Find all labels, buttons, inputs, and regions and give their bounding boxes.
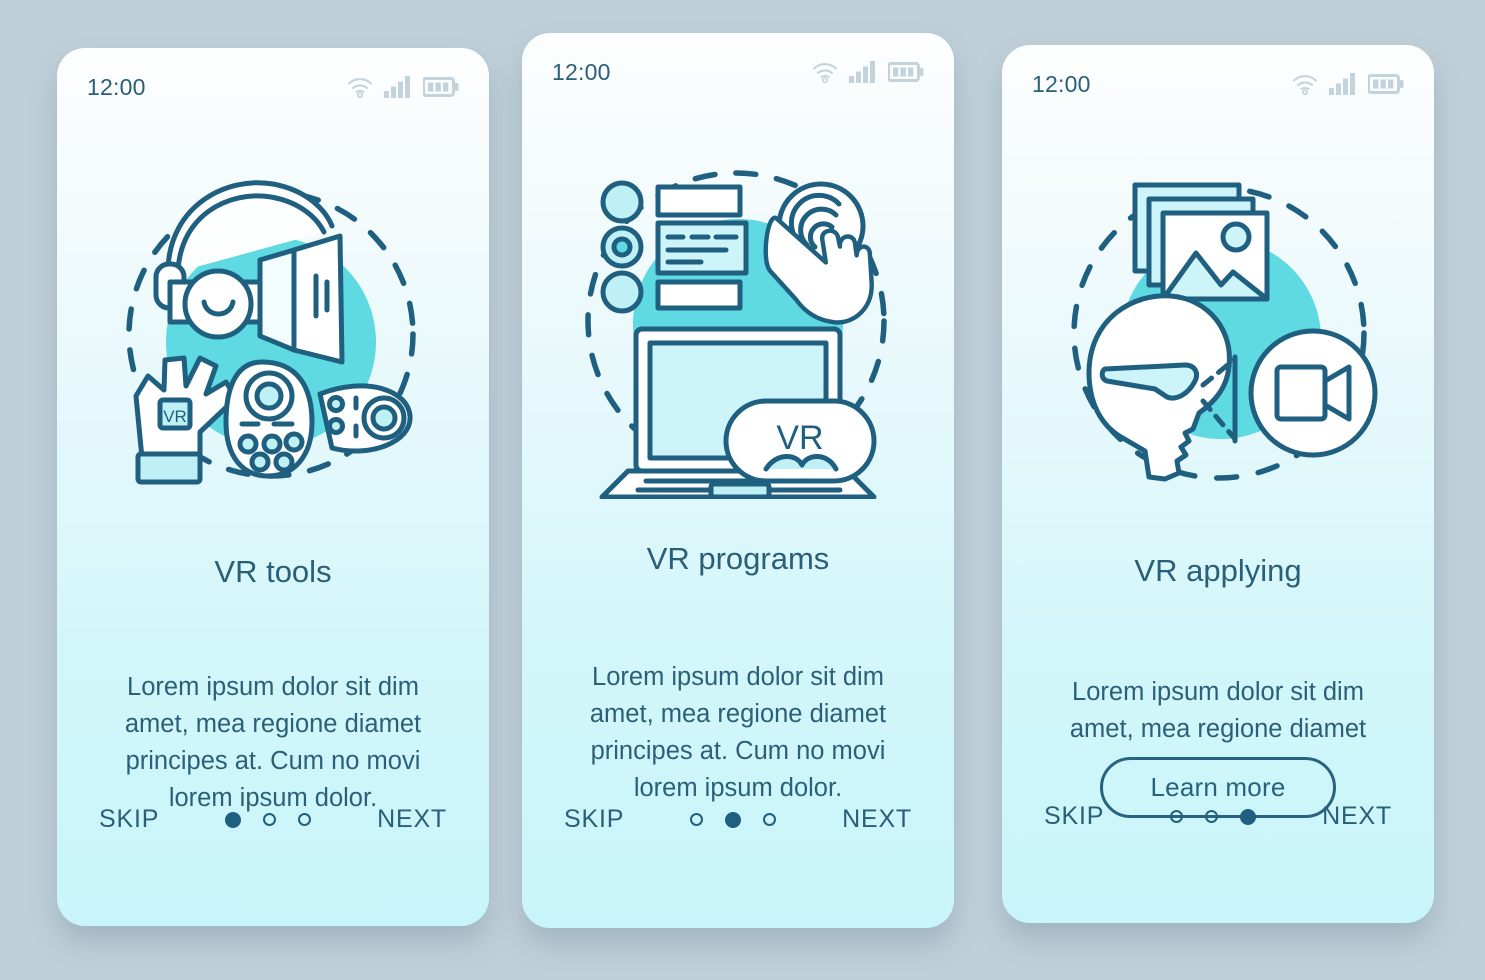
page-description: Lorem ipsum dolor sit dim amet, mea regi…	[589, 662, 887, 802]
next-button[interactable]: NEXT	[371, 801, 453, 838]
pagination-dots	[225, 811, 312, 828]
next-button[interactable]: NEXT	[836, 801, 918, 838]
svg-text:VR: VR	[776, 419, 823, 457]
svg-text:VR: VR	[163, 407, 187, 426]
wifi-icon	[813, 63, 837, 83]
onboarding-footer: SKIP NEXT	[558, 801, 918, 838]
status-bar: 12:00	[522, 33, 954, 111]
skip-button[interactable]: SKIP	[93, 801, 165, 838]
status-clock: 12:00	[552, 58, 611, 85]
page-description: Lorem ipsum dolor sit dim amet, mea regi…	[1069, 677, 1367, 743]
status-icons	[347, 76, 459, 98]
pagination-dot-3[interactable]	[1240, 808, 1257, 825]
onboarding-screen-vr-applying: 12:00 VR applying Lorem ipsum dolor sit …	[1002, 45, 1434, 923]
page-title: VR programs	[646, 541, 830, 576]
page-title: VR tools	[214, 554, 332, 589]
wifi-icon	[348, 78, 372, 98]
onboarding-screen-vr-programs: 12:00 VR VR programs Lorem ipsum dolor s…	[522, 33, 954, 928]
pagination-dot-1[interactable]	[1170, 810, 1184, 823]
page-description: Lorem ipsum dolor sit dim amet, mea regi…	[124, 672, 422, 812]
battery-icon	[888, 62, 924, 82]
pagination-dot-3[interactable]	[763, 813, 777, 826]
status-clock: 12:00	[1032, 70, 1091, 97]
status-icons	[1292, 73, 1404, 95]
pagination-dot-2[interactable]	[725, 811, 742, 828]
pagination-dot-2[interactable]	[1205, 810, 1219, 823]
page-title: VR applying	[1134, 553, 1302, 588]
pagination-dots	[690, 811, 777, 828]
onboarding-screens-stage: 12:00 VR VR tools Lorem ipsum dolor sit …	[0, 0, 1485, 980]
illustration-vr-applying	[1002, 141, 1434, 531]
wifi-icon	[1293, 75, 1317, 95]
skip-button[interactable]: SKIP	[558, 801, 630, 838]
signal-icon	[1329, 73, 1355, 95]
signal-icon	[384, 76, 410, 98]
status-bar: 12:00	[1002, 45, 1434, 123]
signal-icon	[849, 61, 875, 83]
pagination-dot-1[interactable]	[225, 811, 242, 828]
battery-icon	[423, 77, 459, 97]
battery-icon	[1368, 74, 1404, 94]
illustration-vr-programs: VR	[522, 129, 954, 519]
status-clock: 12:00	[87, 73, 146, 100]
onboarding-footer: SKIP NEXT	[1038, 798, 1398, 835]
skip-button[interactable]: SKIP	[1038, 798, 1110, 835]
pagination-dot-1[interactable]	[690, 813, 704, 826]
pagination-dot-2[interactable]	[263, 813, 277, 826]
status-icons	[812, 61, 924, 83]
status-bar: 12:00	[57, 48, 489, 126]
pagination-dots	[1170, 808, 1257, 825]
next-button[interactable]: NEXT	[1316, 798, 1398, 835]
onboarding-footer: SKIP NEXT	[93, 801, 453, 838]
illustration-vr-tools: VR	[57, 144, 489, 534]
pagination-dot-3[interactable]	[298, 813, 312, 826]
onboarding-screen-vr-tools: 12:00 VR VR tools Lorem ipsum dolor sit …	[57, 48, 489, 926]
